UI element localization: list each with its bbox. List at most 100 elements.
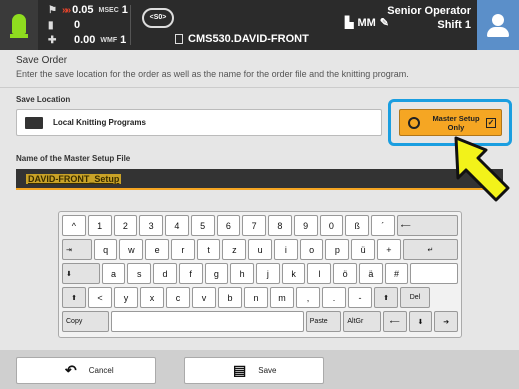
key[interactable]: n [244, 287, 268, 308]
key[interactable]: h [230, 263, 255, 284]
tab-key[interactable]: ⇥ [62, 239, 92, 260]
key[interactable]: ü [351, 239, 375, 260]
key[interactable]: e [145, 239, 169, 260]
key[interactable]: ß [345, 215, 369, 236]
shift-key-left[interactable]: ⬆ [62, 287, 86, 308]
caps-lock-key[interactable]: ⬇ [62, 263, 100, 284]
key[interactable]: # [384, 263, 409, 284]
key[interactable]: r [170, 239, 195, 260]
key[interactable]: . [322, 287, 346, 308]
local-knitting-programs-button[interactable]: Local Knitting Programs [16, 109, 382, 136]
key[interactable]: l [307, 263, 332, 284]
header-divider [130, 5, 131, 45]
key[interactable]: v [192, 287, 216, 308]
key[interactable]: 8 [268, 215, 292, 236]
key[interactable]: y [114, 287, 138, 308]
machine-badge-icon[interactable]: <S0> [142, 8, 174, 28]
key[interactable]: 0 [319, 215, 344, 236]
copy-key[interactable]: Copy [62, 311, 110, 332]
key[interactable]: c [166, 287, 190, 308]
save-location-label: Save Location [16, 95, 71, 104]
on-screen-keyboard: ^ 1 2 3 4 5 6 7 8 9 0 ß ´ ⟵ ⇥ q w e r t … [58, 211, 462, 338]
altgr-key[interactable]: AltGr [343, 311, 381, 332]
key[interactable]: a [101, 263, 126, 284]
bars-icon: ▮ [48, 19, 54, 31]
stat-production: ⚑ »» 0.05 MSEC 1 [48, 4, 128, 16]
cancel-button[interactable]: ↶ Cancel [16, 357, 156, 384]
key[interactable]: i [273, 239, 298, 260]
operator-info: Senior Operator Shift 1 [387, 4, 471, 32]
file-name-input[interactable]: DAVID-FRONT_Setup [16, 169, 503, 190]
user-button[interactable] [477, 0, 519, 50]
shift-label: Shift 1 [437, 19, 471, 31]
key[interactable]: 9 [293, 215, 318, 236]
key[interactable]: ´ [371, 215, 395, 236]
keyboard-row-4: ⬆ < y x c v b n m , . - ⬆ Del [62, 287, 458, 308]
key[interactable]: 2 [113, 215, 138, 236]
pointer-arrow-icon [454, 136, 510, 202]
shift-key-right[interactable]: ⬆ [374, 287, 398, 308]
key[interactable]: g [204, 263, 229, 284]
key[interactable]: s [127, 263, 152, 284]
arrow-right-key[interactable]: ➔ [434, 311, 458, 332]
stat-pieces: ▮ 0 [48, 19, 81, 31]
key[interactable]: p [325, 239, 350, 260]
key[interactable]: 5 [190, 215, 215, 236]
key[interactable]: m [270, 287, 294, 308]
key[interactable]: b [218, 287, 242, 308]
key[interactable]: w [119, 239, 144, 260]
key[interactable]: d [153, 263, 177, 284]
machine-status-lamp[interactable] [0, 0, 38, 50]
shirt-icon: ⚑ [48, 4, 57, 16]
arrow-left-key[interactable]: ⟵ [382, 311, 407, 332]
key[interactable]: j [256, 263, 280, 284]
key[interactable]: u [248, 239, 272, 260]
folder-icon [25, 116, 43, 129]
save-button[interactable]: ▤ Save [184, 357, 324, 384]
key[interactable]: o [299, 239, 324, 260]
gear-icon [408, 116, 420, 129]
key[interactable]: ö [333, 263, 357, 284]
user-icon [492, 14, 504, 26]
key[interactable]: 1 [87, 215, 112, 236]
unit-selector[interactable]: ▙ MM ✎ [345, 16, 389, 30]
space-key[interactable] [111, 311, 304, 332]
keyboard-row-1: ^ 1 2 3 4 5 6 7 8 9 0 ß ´ ⟵ [62, 215, 459, 236]
save-icon: ▤ [233, 362, 247, 378]
key[interactable]: ^ [62, 215, 86, 236]
key[interactable]: 7 [242, 215, 266, 236]
key[interactable]: < [88, 287, 112, 308]
key[interactable]: q [93, 239, 118, 260]
ruler-icon: ▙ [345, 17, 354, 29]
key[interactable]: t [196, 239, 221, 260]
key[interactable]: + [376, 239, 401, 260]
page-description: Enter the save location for the order as… [16, 69, 409, 79]
key[interactable]: x [140, 287, 164, 308]
enter-key[interactable]: ↵ [402, 239, 459, 260]
key[interactable]: ä [358, 263, 383, 284]
key[interactable]: 6 [216, 215, 241, 236]
key[interactable]: z [222, 239, 247, 260]
backspace-key[interactable]: ⟵ [396, 215, 459, 236]
stat-yarn: ✚ 0.00 WMF 1 [48, 34, 127, 46]
key[interactable]: f [178, 263, 203, 284]
keyboard-row-2: ⇥ q w e r t z u i o p ü + ↵ [62, 239, 459, 260]
file-name-label: Name of the Master Setup File [16, 154, 131, 163]
lamp-icon [12, 14, 26, 34]
checkbox-icon[interactable]: ✓ [486, 117, 496, 128]
master-setup-only-button[interactable]: Master Setup Only ✓ [399, 109, 502, 136]
arrow-down-key[interactable]: ⬇ [408, 311, 433, 332]
key[interactable]: 4 [165, 215, 189, 236]
key[interactable]: - [348, 287, 372, 308]
enter-key-lower[interactable] [410, 263, 458, 284]
page-title: Save Order [16, 55, 68, 66]
spindle-icon: ✚ [48, 34, 57, 46]
key[interactable]: , [296, 287, 320, 308]
fast-forward-icon: »» [62, 4, 71, 16]
key[interactable]: k [281, 263, 306, 284]
divider [0, 87, 519, 88]
key[interactable]: 3 [139, 215, 163, 236]
paste-key[interactable]: Paste [305, 311, 342, 332]
delete-key[interactable]: Del [400, 287, 430, 308]
undo-icon: ↶ [65, 362, 77, 378]
